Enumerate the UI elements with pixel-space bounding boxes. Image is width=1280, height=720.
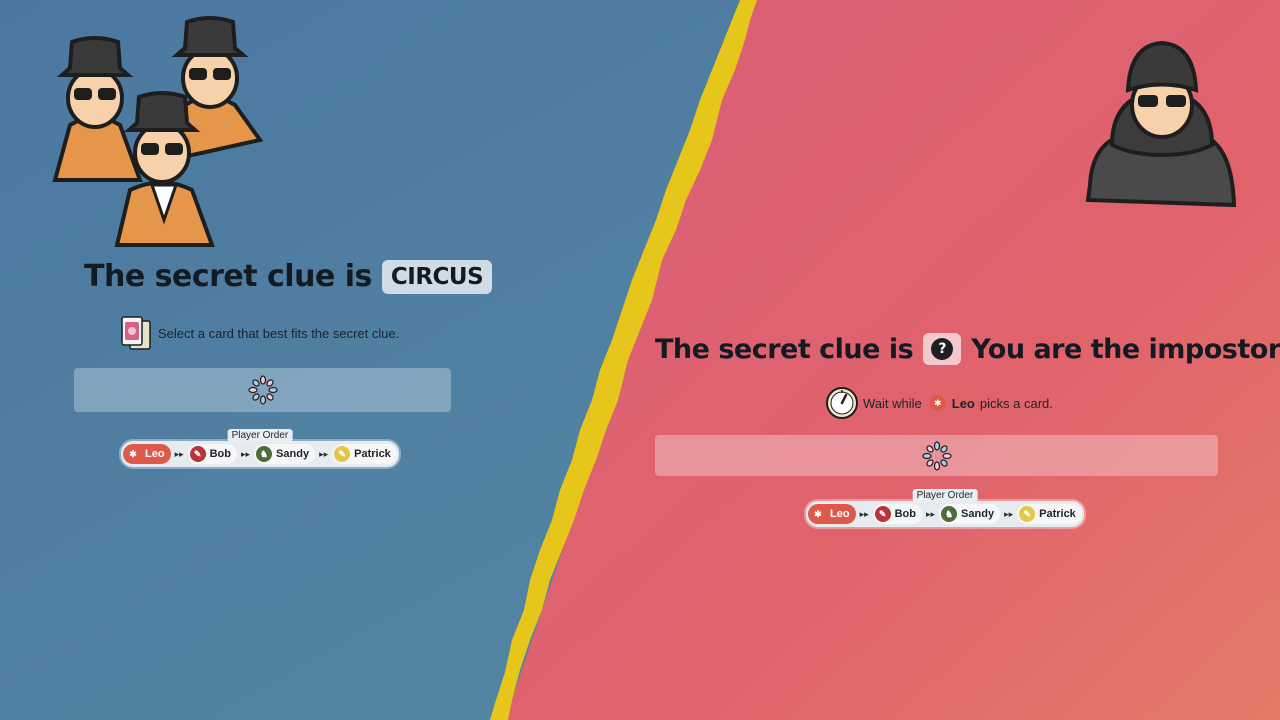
player-name: Bob bbox=[209, 448, 231, 460]
player-avatar-icon: ✎ bbox=[189, 446, 206, 462]
spinner-icon bbox=[247, 375, 278, 405]
player-pill-bob: ✎ Bob bbox=[872, 504, 922, 524]
order-arrow-icon: ▸▸ bbox=[859, 508, 869, 519]
impostor-message: You are the impostor! bbox=[971, 333, 1280, 365]
player-pill-leo: ✱ Leo bbox=[808, 504, 856, 524]
player-pill-patrick: ✎ Patrick bbox=[332, 444, 397, 464]
player-avatar-icon: ✎ bbox=[874, 506, 891, 522]
order-arrow-icon: ▸▸ bbox=[241, 448, 251, 459]
card-icon bbox=[121, 316, 151, 350]
card-selection-area[interactable] bbox=[74, 368, 451, 412]
player-pill-sandy: ♞ Sandy bbox=[254, 444, 316, 464]
waiting-area bbox=[655, 435, 1218, 476]
player-pill-bob: ✎ Bob bbox=[187, 444, 237, 464]
player-avatar-icon: ✎ bbox=[1019, 506, 1036, 522]
player-order-bar: ✱ Leo ▸▸ ✎ Bob ▸▸ ♞ Sandy ▸▸ ✎ Patrick bbox=[806, 501, 1084, 527]
current-player-avatar-icon: ✱ bbox=[929, 395, 946, 411]
player-order-label: Player Order bbox=[912, 489, 978, 502]
instruction-text: Select a card that best fits the secret … bbox=[158, 325, 400, 341]
left-headline: The secret clue is CIRCUS bbox=[84, 259, 493, 294]
secret-clue-badge: CIRCUS bbox=[381, 259, 493, 294]
player-name: Leo bbox=[145, 448, 165, 460]
spy-1 bbox=[52, 36, 143, 182]
spies-illustration bbox=[52, 16, 264, 247]
order-arrow-icon: ▸▸ bbox=[174, 448, 184, 459]
headline-prefix: The secret clue is bbox=[84, 259, 372, 294]
player-name: Patrick bbox=[354, 448, 391, 460]
left-player-order: Player Order ✱ Leo ▸▸ ✎ Bob ▸▸ ♞ Sandy ▸… bbox=[121, 429, 399, 467]
wait-suffix: picks a card. bbox=[979, 395, 1053, 411]
player-order-bar: ✱ Leo ▸▸ ✎ Bob ▸▸ ♞ Sandy ▸▸ ✎ Patrick bbox=[121, 441, 399, 467]
right-instruction: Wait while ✱ Leo picks a card. bbox=[825, 386, 1053, 420]
order-arrow-icon: ▸▸ bbox=[1004, 508, 1014, 519]
right-player-order: Player Order ✱ Leo ▸▸ ✎ Bob ▸▸ ♞ Sandy ▸… bbox=[806, 489, 1084, 527]
player-name: Leo bbox=[830, 508, 850, 520]
player-name: Sandy bbox=[961, 508, 995, 520]
player-avatar-icon: ♞ bbox=[941, 506, 958, 522]
current-player-name: Leo bbox=[951, 395, 975, 411]
player-pill-sandy: ♞ Sandy bbox=[939, 504, 1001, 524]
wait-prefix: Wait while bbox=[863, 395, 922, 411]
player-avatar-icon: ✱ bbox=[125, 446, 141, 462]
left-instruction: Select a card that best fits the secret … bbox=[120, 315, 399, 351]
question-icon: ? bbox=[931, 338, 954, 360]
player-avatar-icon: ✱ bbox=[810, 506, 826, 522]
order-arrow-icon: ▸▸ bbox=[926, 508, 936, 519]
right-headline: The secret clue is ? You are the imposto… bbox=[655, 333, 1280, 365]
player-avatar-icon: ✎ bbox=[334, 446, 351, 462]
player-pill-patrick: ✎ Patrick bbox=[1017, 504, 1082, 524]
timer-icon bbox=[826, 387, 858, 419]
player-pill-leo: ✱ Leo bbox=[123, 444, 171, 464]
player-order-label: Player Order bbox=[227, 429, 293, 442]
impostor-illustration bbox=[1085, 40, 1237, 208]
player-name: Bob bbox=[894, 508, 916, 520]
order-arrow-icon: ▸▸ bbox=[319, 448, 329, 459]
spinner-icon bbox=[921, 440, 952, 471]
player-name: Patrick bbox=[1039, 508, 1076, 520]
headline-prefix: The secret clue is bbox=[655, 333, 914, 365]
player-avatar-icon: ♞ bbox=[256, 446, 273, 462]
hidden-clue-badge: ? bbox=[923, 333, 962, 365]
player-name: Sandy bbox=[276, 448, 310, 460]
